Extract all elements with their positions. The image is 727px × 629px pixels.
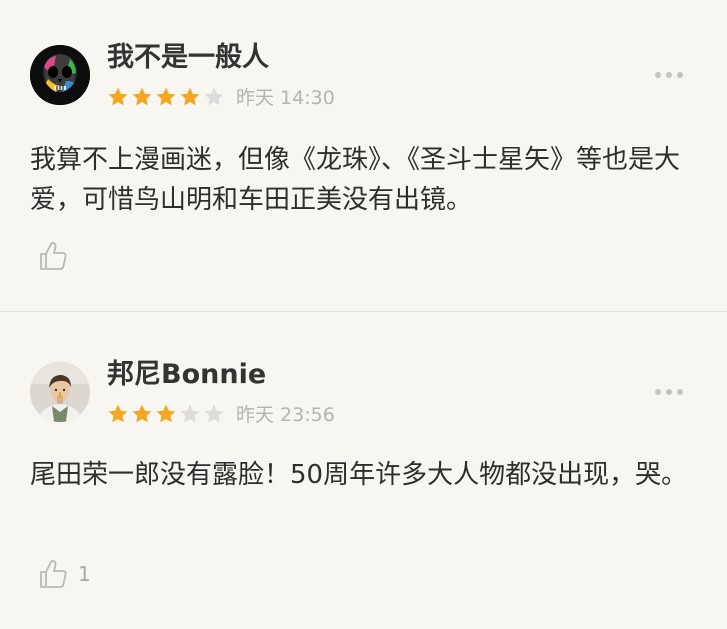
comment-item: 我不是一般人 昨天 14:30 我算不上漫画迷，但像《龙珠》、《圣斗士星矢》等也… bbox=[0, 0, 727, 312]
timestamp: 昨天 14:30 bbox=[236, 87, 335, 109]
username[interactable]: 邦尼Bonnie bbox=[107, 359, 266, 391]
more-dot-icon bbox=[677, 72, 683, 78]
star-empty-icon bbox=[180, 404, 200, 423]
username[interactable]: 我不是一般人 bbox=[107, 42, 269, 74]
star-filled-icon bbox=[108, 404, 128, 423]
thumbs-up-icon bbox=[40, 560, 67, 588]
star-filled-icon bbox=[180, 87, 200, 106]
star-filled-icon bbox=[132, 404, 152, 423]
more-dot-icon bbox=[655, 72, 661, 78]
more-options-button[interactable] bbox=[655, 70, 683, 80]
comment-text: 尾田荣一郎没有露脸！50周年许多大人物都没出现，哭。 bbox=[30, 460, 688, 490]
star-rating bbox=[107, 403, 225, 425]
star-filled-icon bbox=[132, 87, 152, 106]
avatar[interactable] bbox=[30, 45, 90, 105]
star-empty-icon bbox=[204, 87, 224, 106]
star-filled-icon bbox=[108, 87, 128, 106]
more-options-button[interactable] bbox=[655, 387, 683, 397]
avatar[interactable] bbox=[30, 362, 90, 422]
more-dot-icon bbox=[666, 389, 672, 395]
like-count: 1 bbox=[78, 562, 91, 586]
more-dot-icon bbox=[677, 389, 683, 395]
like-button[interactable]: 1 bbox=[38, 558, 91, 590]
more-dot-icon bbox=[666, 72, 672, 78]
star-filled-icon bbox=[156, 87, 176, 106]
skull-avatar-icon bbox=[30, 45, 90, 105]
star-empty-icon bbox=[204, 404, 224, 423]
comment-text: 我算不上漫画迷，但像《龙珠》、《圣斗士星矢》等也是大爱，可惜鸟山明和车田正美没有… bbox=[30, 145, 681, 215]
timestamp: 昨天 23:56 bbox=[236, 404, 335, 426]
star-rating bbox=[107, 86, 225, 108]
comment-item: 邦尼Bonnie 昨天 23:56 尾田荣一郎没有露脸！50周年许多大人物都没出… bbox=[0, 312, 727, 629]
like-button[interactable] bbox=[38, 240, 78, 272]
star-filled-icon bbox=[156, 404, 176, 423]
thumbs-up-icon bbox=[40, 242, 67, 270]
more-dot-icon bbox=[655, 389, 661, 395]
person-avatar-icon bbox=[30, 362, 90, 422]
